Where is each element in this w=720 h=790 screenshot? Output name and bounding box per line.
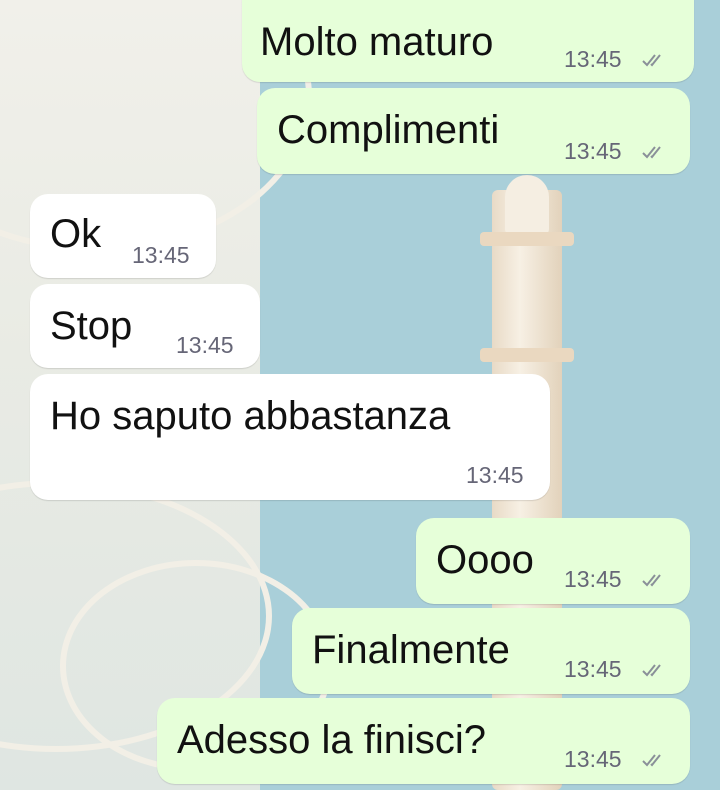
message-time: 13:45 <box>564 746 622 772</box>
message-time: 13:45 <box>564 138 622 164</box>
message-text: Ho saputo abbastanza <box>50 394 451 438</box>
message-text: Adesso la finisci? <box>177 718 487 762</box>
message-text: Complimenti <box>277 108 500 152</box>
double-check-icon <box>642 572 668 588</box>
message-text: Oooo <box>436 538 534 582</box>
message-list[interactable]: Molto maturo 13:45 Complimenti 13:45 Ok … <box>0 0 720 790</box>
message-bubble-incoming[interactable]: Ho saputo abbastanza 13:45 <box>30 374 550 500</box>
message-bubble-incoming[interactable]: Ok 13:45 <box>30 194 216 278</box>
message-time: 13:45 <box>132 242 190 268</box>
message-time: 13:45 <box>466 462 524 488</box>
message-text: Stop <box>50 304 133 348</box>
message-text: Molto maturo <box>260 20 494 64</box>
message-time: 13:45 <box>564 566 622 592</box>
double-check-icon <box>642 144 668 160</box>
message-bubble-outgoing[interactable]: Finalmente 13:45 <box>292 608 690 694</box>
message-time: 13:45 <box>564 46 622 72</box>
double-check-icon <box>642 752 668 768</box>
message-time: 13:45 <box>564 656 622 682</box>
double-check-icon <box>642 662 668 678</box>
message-text: Ok <box>50 212 102 256</box>
message-bubble-incoming[interactable]: Stop 13:45 <box>30 284 260 368</box>
message-bubble-outgoing[interactable]: Molto maturo 13:45 <box>242 0 694 82</box>
message-bubble-outgoing[interactable]: Oooo 13:45 <box>416 518 690 604</box>
message-bubble-outgoing[interactable]: Adesso la finisci? 13:45 <box>157 698 690 784</box>
double-check-icon <box>642 52 668 68</box>
message-time: 13:45 <box>176 332 234 358</box>
message-text: Finalmente <box>312 628 510 672</box>
message-bubble-outgoing[interactable]: Complimenti 13:45 <box>257 88 690 174</box>
